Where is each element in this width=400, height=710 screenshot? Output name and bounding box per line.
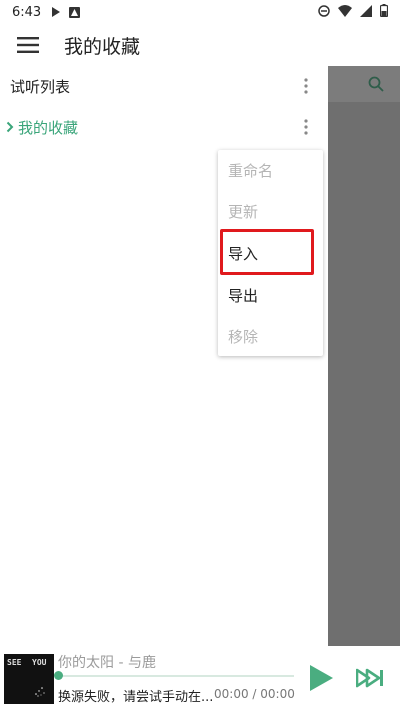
more-options-icon[interactable]: [304, 78, 308, 94]
playback-time: 00:00 / 00:00: [214, 687, 295, 701]
page-title: 我的收藏: [64, 35, 141, 58]
app-bar: 我的收藏: [0, 24, 400, 66]
context-menu: 重命名 更新 导入 导出 移除: [218, 150, 323, 356]
search-bar-strip: [328, 66, 400, 102]
menu-button[interactable]: [0, 24, 56, 66]
menu-item-import[interactable]: 导入: [218, 233, 323, 273]
progress-bar[interactable]: [54, 671, 294, 680]
menu-item-export[interactable]: 导出: [218, 275, 323, 315]
app-notification-icon: [69, 6, 81, 18]
wifi-icon: [338, 4, 352, 17]
status-time: 6:43: [12, 4, 42, 20]
menu-item-rename[interactable]: 重命名: [218, 150, 323, 190]
player-status-text: 换源失败，请尝试手动在...: [58, 690, 214, 705]
mini-player[interactable]: SEE YOU 你的太阳 - 与鹿 换源失败，请尝试手动在... 00:00 /…: [0, 646, 400, 710]
playlist-item-trial[interactable]: 试听列表: [0, 66, 328, 106]
battery-icon: [380, 4, 388, 17]
status-bar: 6:43: [0, 0, 400, 24]
signal-icon: [360, 4, 372, 17]
playlist-item-label: 试听列表: [10, 77, 71, 96]
menu-item-remove[interactable]: 移除: [218, 316, 323, 356]
more-options-icon[interactable]: [304, 119, 308, 135]
playlist-item-label: 我的收藏: [18, 118, 79, 137]
song-title: 你的太阳 - 与鹿: [58, 655, 156, 671]
playlist-item-favorites[interactable]: 我的收藏: [0, 107, 328, 147]
menu-item-update[interactable]: 更新: [218, 191, 323, 231]
progress-knob[interactable]: [54, 671, 63, 680]
menu-item-label: 更新: [228, 202, 259, 221]
album-cover[interactable]: SEE YOU: [4, 654, 54, 704]
cover-art-dots: [35, 687, 45, 697]
cover-text: SEE: [7, 658, 22, 667]
search-icon[interactable]: [368, 76, 384, 92]
menu-item-label: 移除: [228, 327, 259, 346]
chevron-right-icon: [6, 121, 14, 133]
menu-item-label: 重命名: [228, 161, 274, 180]
menu-item-label: 导入: [228, 244, 259, 263]
do-not-disturb-icon: [318, 4, 330, 17]
cover-text: YOU: [32, 658, 47, 667]
menu-item-label: 导出: [228, 286, 259, 305]
skip-next-icon[interactable]: [356, 668, 384, 688]
hamburger-menu-icon: [17, 37, 39, 53]
play-notification-icon: [52, 7, 61, 17]
dimmed-content-overlay[interactable]: [328, 66, 400, 646]
play-icon[interactable]: [308, 664, 334, 692]
